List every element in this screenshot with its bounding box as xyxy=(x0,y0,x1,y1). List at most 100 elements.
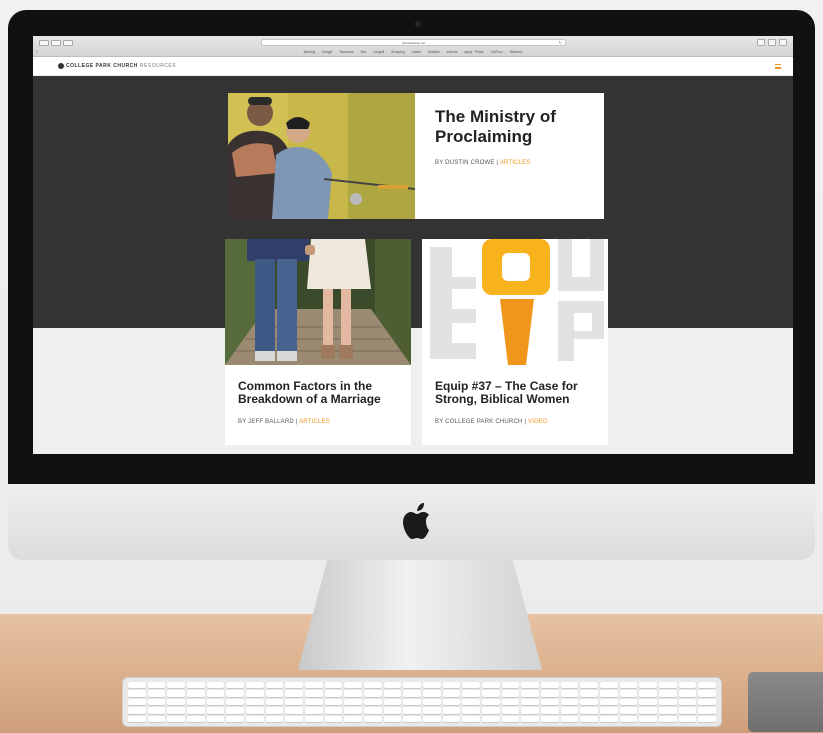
keyboard-key xyxy=(226,707,244,714)
keyboard-key xyxy=(442,682,461,689)
keyboard-key xyxy=(639,698,657,706)
keyboard-key xyxy=(599,682,618,689)
keyboard-key xyxy=(540,682,559,689)
keyboard-key xyxy=(501,698,520,706)
keyboard-key xyxy=(462,715,480,722)
keyboard-key xyxy=(383,698,402,706)
keyboard-key xyxy=(324,690,343,697)
site-header: COLLEGE PARK CHURCH RESOURCES xyxy=(33,57,793,76)
couple-on-boardwalk-photo xyxy=(225,239,411,365)
article-byline: BY COLLEGE PARK CHURCH | VIDEO xyxy=(435,419,548,425)
extension-button[interactable] xyxy=(757,39,765,46)
keyboard-key xyxy=(698,715,716,722)
menu-icon[interactable] xyxy=(775,64,781,69)
featured-article-image xyxy=(228,93,415,219)
keyboard-key xyxy=(442,690,461,697)
article-byline: BY JEFF BALLARD | ARTICLES xyxy=(238,419,330,425)
keyboard-key xyxy=(383,707,402,714)
keyboard-key xyxy=(265,715,284,722)
keyboard-key xyxy=(167,698,185,706)
category-link[interactable]: ARTICLES xyxy=(299,419,330,425)
keyboard-key xyxy=(619,698,638,706)
keyboard-key xyxy=(442,715,461,722)
keyboard-key xyxy=(344,707,362,714)
keyboard-key xyxy=(324,698,343,706)
bookmark-item[interactable]: Box xyxy=(361,50,367,54)
bookmark-item[interactable]: Shopping xyxy=(391,50,404,54)
keyboard-key xyxy=(206,682,225,689)
keyboard-key xyxy=(442,698,461,706)
keyboard-key xyxy=(658,715,677,722)
forward-button[interactable] xyxy=(51,40,61,46)
bookmark-item[interactable]: Lattice xyxy=(411,50,420,54)
screen: cpcresources.net ↻ ≡ Banking Google Team… xyxy=(33,36,793,454)
keyboard-key xyxy=(186,715,205,722)
keyboard-key xyxy=(344,690,362,697)
keyboard-key xyxy=(560,715,579,722)
keyboard-key xyxy=(580,682,598,689)
grandfather-child-fishing-photo xyxy=(228,93,415,219)
keyboard-key xyxy=(678,715,697,722)
keyboard-key xyxy=(285,715,303,722)
site-logo[interactable]: COLLEGE PARK CHURCH RESOURCES xyxy=(58,63,176,69)
back-button[interactable] xyxy=(39,40,49,46)
keyboard-key xyxy=(363,690,382,697)
keyboard-key xyxy=(619,715,638,722)
keyboard-key xyxy=(285,690,303,697)
sidebar-button[interactable] xyxy=(63,40,73,46)
keyboard-key xyxy=(481,707,500,714)
keyboard-key xyxy=(540,690,559,697)
article-title[interactable]: Equip #37 – The Case for Strong, Biblica… xyxy=(435,380,600,406)
bookmark-item[interactable]: Apply Pixels xyxy=(464,50,483,54)
bookmark-item[interactable]: Google xyxy=(322,50,332,54)
keyboard-key xyxy=(324,682,343,689)
bookmark-item[interactable]: Banking xyxy=(304,50,316,54)
tabs-button[interactable] xyxy=(779,39,787,46)
bookmark-item[interactable]: Longtail xyxy=(373,50,384,54)
keyboard-key xyxy=(304,682,323,689)
address-bar[interactable]: cpcresources.net ↻ xyxy=(261,39,566,46)
keyboard-key xyxy=(245,715,264,722)
keyboard-key xyxy=(521,682,539,689)
keyboard-key xyxy=(304,698,323,706)
bookmark-item[interactable]: Behance xyxy=(510,50,523,54)
camera-icon xyxy=(415,21,421,27)
keyboard-key xyxy=(383,690,402,697)
bookmark-item[interactable]: GetFloor xyxy=(490,50,502,54)
keyboard-key xyxy=(344,715,362,722)
keyboard-key xyxy=(147,682,166,689)
featured-article-card[interactable]: The Ministry of Proclaiming BY DUSTIN CR… xyxy=(228,93,604,219)
bookmark-item[interactable]: Adverts xyxy=(447,50,458,54)
keyboard-key xyxy=(501,707,520,714)
keyboard-key xyxy=(147,698,166,706)
equip-letters-graphic xyxy=(422,239,608,365)
article-title[interactable]: Common Factors in the Breakdown of a Mar… xyxy=(238,380,403,406)
keyboard-key xyxy=(698,690,716,697)
keyboard-key xyxy=(599,707,618,714)
keyboard-key xyxy=(285,682,303,689)
bookmark-item[interactable]: Teamwork xyxy=(339,50,354,54)
equip-artwork xyxy=(422,239,608,365)
article-card[interactable]: Equip #37 – The Case for Strong, Biblica… xyxy=(422,239,608,445)
keyboard-key xyxy=(167,715,185,722)
keyboard-key xyxy=(383,682,402,689)
keyboard-key xyxy=(658,707,677,714)
share-button[interactable] xyxy=(768,39,776,46)
reload-icon[interactable]: ↻ xyxy=(559,40,562,46)
keyboard-key xyxy=(363,707,382,714)
featured-article-title[interactable]: The Ministry of Proclaiming xyxy=(435,107,595,147)
category-link[interactable]: ARTICLES xyxy=(500,160,531,166)
keyboard-key xyxy=(481,698,500,706)
keyboard-key xyxy=(481,682,500,689)
browser-toolbar: cpcresources.net ↻ ≡ Banking Google Team… xyxy=(33,36,793,57)
bookmark-item[interactable]: Dribbble xyxy=(428,50,440,54)
keyboard-key xyxy=(560,707,579,714)
keyboard-key xyxy=(285,707,303,714)
keyboard-key xyxy=(560,682,579,689)
keyboard-key xyxy=(265,690,284,697)
article-card[interactable]: Common Factors in the Breakdown of a Mar… xyxy=(225,239,411,445)
keyboard-key xyxy=(619,682,638,689)
category-link[interactable]: VIDEO xyxy=(528,419,548,425)
keyboard-key xyxy=(344,698,362,706)
trackpad xyxy=(748,672,823,732)
